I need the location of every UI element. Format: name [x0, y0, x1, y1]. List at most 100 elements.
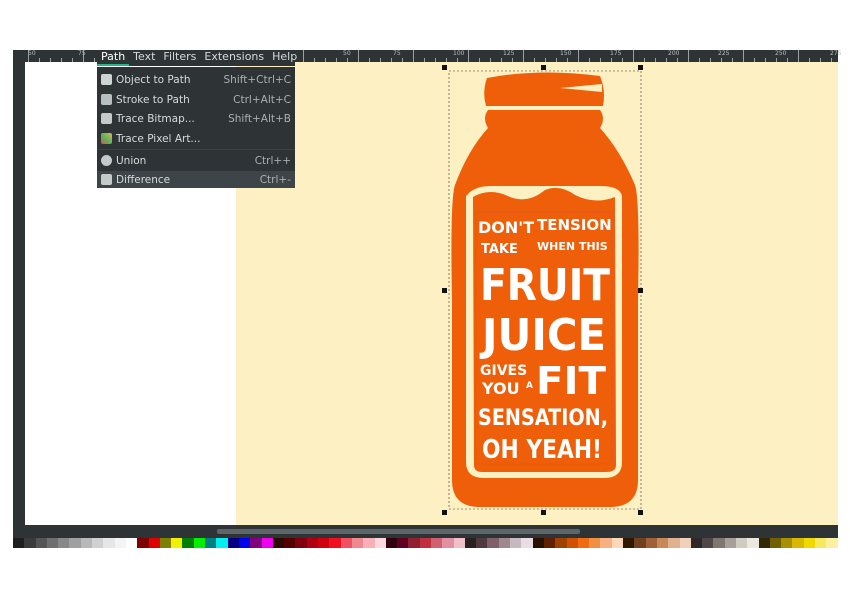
palette-swatch[interactable]	[736, 538, 748, 548]
palette-swatch[interactable]	[815, 538, 827, 548]
palette-swatch[interactable]	[46, 538, 59, 548]
menu-item-difference[interactable]: Difference Ctrl+-	[97, 171, 295, 188]
path-menu: Object to Path Shift+Ctrl+C Stroke to Pat…	[97, 67, 295, 188]
palette-swatch[interactable]	[114, 538, 126, 548]
palette-swatch[interactable]	[645, 538, 657, 548]
menu-item-trace-bitmap[interactable]: Trace Bitmap... Shift+Alt+B	[97, 109, 295, 128]
palette-swatch[interactable]	[272, 538, 285, 548]
palette-swatch[interactable]	[397, 538, 409, 548]
palette-swatch[interactable]	[453, 538, 465, 548]
palette-swatch[interactable]	[374, 538, 386, 548]
palette-swatch[interactable]	[419, 538, 431, 548]
palette-swatch[interactable]	[476, 538, 488, 548]
palette-swatch[interactable]	[555, 538, 567, 548]
palette-swatch[interactable]	[724, 538, 736, 548]
palette-swatch[interactable]	[318, 538, 330, 548]
color-palette[interactable]	[13, 538, 838, 548]
palette-swatch[interactable]	[227, 538, 239, 548]
palette-swatch[interactable]	[521, 538, 533, 548]
palette-swatch[interactable]	[566, 538, 578, 548]
palette-swatch[interactable]	[510, 538, 522, 548]
palette-swatch[interactable]	[13, 538, 25, 548]
palette-swatch[interactable]	[442, 538, 454, 548]
palette-swatch[interactable]	[623, 538, 635, 548]
menu-text[interactable]: Text	[129, 50, 159, 66]
palette-swatch[interactable]	[351, 538, 364, 548]
palette-swatch[interactable]	[329, 538, 341, 548]
palette-swatch[interactable]	[781, 538, 793, 548]
palette-swatch[interactable]	[747, 538, 759, 548]
palette-swatch[interactable]	[69, 538, 81, 548]
palette-swatch[interactable]	[284, 538, 296, 548]
palette-swatch[interactable]	[679, 538, 691, 548]
palette-swatch[interactable]	[532, 538, 544, 548]
palette-swatch[interactable]	[103, 538, 115, 548]
palette-swatch[interactable]	[363, 538, 375, 548]
palette-swatch[interactable]	[340, 538, 352, 548]
palette-swatch[interactable]	[803, 538, 816, 548]
palette-swatch[interactable]	[498, 538, 511, 548]
palette-swatch[interactable]	[171, 538, 183, 548]
palette-swatch[interactable]	[611, 538, 624, 548]
palette-swatch[interactable]	[487, 538, 499, 548]
palette-swatch[interactable]	[238, 538, 251, 548]
art-text: A	[526, 381, 533, 391]
resize-handle	[442, 288, 447, 293]
palette-swatch[interactable]	[668, 538, 680, 548]
palette-swatch[interactable]	[792, 538, 804, 548]
palette-swatch[interactable]	[205, 538, 217, 548]
difference-icon	[101, 174, 112, 185]
palette-swatch[interactable]	[250, 538, 262, 548]
stroke-to-path-icon	[101, 94, 112, 105]
art-text: JUICE	[479, 310, 606, 361]
palette-swatch[interactable]	[589, 538, 601, 548]
art-text: FIT	[536, 359, 606, 403]
palette-swatch[interactable]	[58, 538, 70, 548]
palette-swatch[interactable]	[80, 538, 93, 548]
palette-swatch[interactable]	[137, 538, 149, 548]
resize-handle	[442, 510, 447, 515]
menu-item-union[interactable]: Union Ctrl++	[97, 151, 295, 170]
art-text: OH YEAH!	[482, 435, 602, 465]
palette-swatch[interactable]	[758, 538, 770, 548]
palette-swatch[interactable]	[125, 538, 138, 548]
menu-item-object-to-path[interactable]: Object to Path Shift+Ctrl+C	[97, 70, 295, 89]
palette-swatch[interactable]	[295, 538, 307, 548]
palette-swatch[interactable]	[216, 538, 228, 548]
palette-swatch[interactable]	[193, 538, 206, 548]
palette-swatch[interactable]	[577, 538, 590, 548]
palette-swatch[interactable]	[24, 538, 36, 548]
palette-swatch[interactable]	[261, 538, 273, 548]
scrollbar-thumb[interactable]	[217, 529, 580, 534]
palette-swatch[interactable]	[92, 538, 104, 548]
palette-swatch[interactable]	[634, 538, 646, 548]
palette-swatch[interactable]	[35, 538, 47, 548]
palette-swatch[interactable]	[769, 538, 782, 548]
art-text: SENSATION,	[478, 406, 608, 431]
palette-swatch[interactable]	[306, 538, 319, 548]
palette-swatch[interactable]	[656, 538, 669, 548]
palette-swatch[interactable]	[182, 538, 194, 548]
menu-item-trace-pixel-art[interactable]: Trace Pixel Art...	[97, 129, 295, 148]
menu-filters[interactable]: Filters	[159, 50, 200, 66]
menu-item-stroke-to-path[interactable]: Stroke to Path Ctrl+Alt+C	[97, 90, 295, 109]
palette-swatch[interactable]	[430, 538, 443, 548]
palette-swatch[interactable]	[408, 538, 420, 548]
palette-swatch[interactable]	[826, 538, 838, 548]
palette-swatch[interactable]	[713, 538, 725, 548]
palette-swatch[interactable]	[543, 538, 556, 548]
menu-separator	[97, 149, 295, 150]
palette-swatch[interactable]	[464, 538, 477, 548]
menu-help[interactable]: Help	[268, 50, 301, 66]
palette-swatch[interactable]	[148, 538, 160, 548]
object-to-path-icon	[101, 74, 112, 85]
menu-extensions[interactable]: Extensions	[200, 50, 268, 66]
palette-swatch[interactable]	[702, 538, 714, 548]
palette-swatch[interactable]	[159, 538, 172, 548]
palette-swatch[interactable]	[385, 538, 398, 548]
palette-swatch[interactable]	[600, 538, 612, 548]
art-text: DON'T	[478, 218, 534, 237]
resize-handle	[541, 65, 546, 70]
palette-swatch[interactable]	[690, 538, 703, 548]
menu-path[interactable]: Path	[97, 50, 130, 66]
